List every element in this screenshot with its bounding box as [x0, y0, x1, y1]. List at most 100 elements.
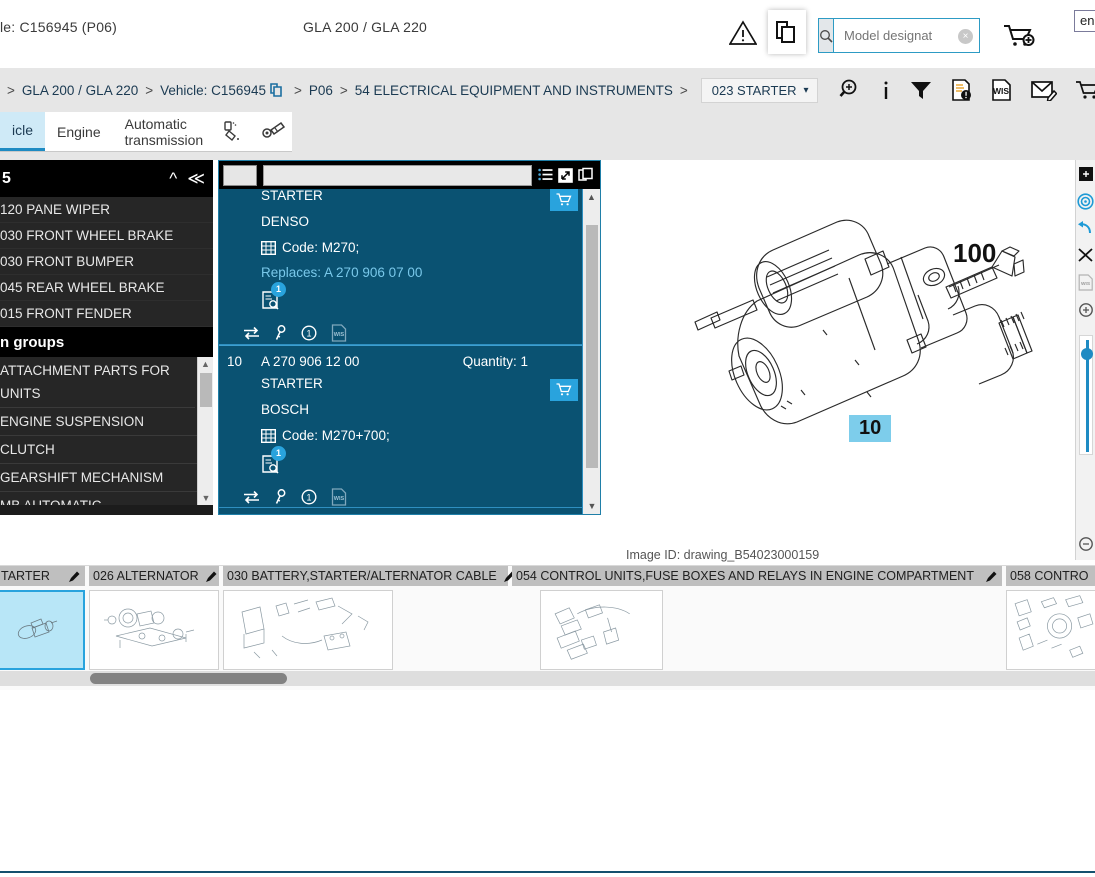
- circled-one-icon[interactable]: 1: [301, 325, 317, 341]
- zoom-slider-knob[interactable]: [1080, 348, 1093, 360]
- thumbnail-caption[interactable]: 030 BATTERY,STARTER/ALTERNATOR CABLE: [223, 566, 515, 586]
- cart-add-icon[interactable]: [1003, 22, 1037, 50]
- document-alert-icon[interactable]: [951, 78, 973, 102]
- filter-funnel-icon[interactable]: [909, 78, 933, 102]
- expand-icon[interactable]: [558, 167, 573, 183]
- sidebar-group-engine-suspension[interactable]: ENGINE SUSPENSION: [0, 408, 213, 436]
- add-to-cart-button[interactable]: [550, 189, 578, 211]
- breadcrumb-item-vehicle[interactable]: Vehicle: C156945: [160, 83, 266, 98]
- close-x-icon[interactable]: [1077, 247, 1094, 263]
- copy-documents-icon[interactable]: [578, 167, 594, 183]
- tab-automatic-transmission[interactable]: Automatic transmission: [112, 112, 216, 151]
- document-search-button[interactable]: 1: [261, 282, 286, 310]
- parts-index-box[interactable]: [223, 164, 257, 186]
- clear-search-icon[interactable]: ×: [958, 29, 973, 44]
- parts-panel: STARTER DENSO Code: M270; Replaces: A 27…: [218, 160, 601, 515]
- info-icon[interactable]: [881, 78, 891, 102]
- sidebar-item-front-wheel-brake[interactable]: 030 FRONT WHEEL BRAKE: [0, 223, 213, 249]
- wis-document-icon[interactable]: WIS: [331, 488, 347, 506]
- sidebar-group-gearshift-mechanism[interactable]: GEARSHIFT MECHANISM: [0, 464, 213, 492]
- breadcrumb-item-group[interactable]: 54 ELECTRICAL EQUIPMENT AND INSTRUMENTS: [355, 83, 673, 98]
- parts-scroll-thumb[interactable]: [586, 225, 598, 468]
- drawing-panel[interactable]: 100 10 Image ID: drawing_B54023000159 WI…: [601, 160, 1095, 565]
- part-row[interactable]: STARTER DENSO Code: M270; Replaces: A 27…: [219, 189, 600, 345]
- parts-scrollbar[interactable]: ▲ ▼: [582, 189, 600, 514]
- sidebar-item-front-bumper[interactable]: 030 FRONT BUMPER: [0, 249, 213, 275]
- add-to-cart-button[interactable]: [550, 379, 578, 401]
- thumbnail-image-battery-cable[interactable]: [223, 590, 393, 670]
- breadcrumb-subgroup-dropdown[interactable]: 023 STARTER ▾: [700, 77, 818, 103]
- warning-triangle-icon[interactable]: [729, 20, 757, 46]
- maximize-dark-icon[interactable]: [1078, 166, 1094, 182]
- tab-vehicle[interactable]: icle: [0, 112, 46, 151]
- paint-spray-icon[interactable]: [215, 112, 255, 151]
- thumbnail-caption[interactable]: 058 CONTRO: [1006, 566, 1095, 586]
- cart-icon[interactable]: [1075, 79, 1095, 101]
- zoom-in-icon[interactable]: [839, 78, 863, 102]
- sidebar-item-pane-wiper[interactable]: 120 PANE WIPER: [0, 197, 213, 223]
- tools-icon[interactable]: [255, 112, 295, 151]
- thumbnail-image-alternator[interactable]: [89, 590, 219, 670]
- edit-icon[interactable]: [205, 570, 218, 583]
- thumbnail-image-control-units[interactable]: [540, 590, 663, 670]
- key-icon[interactable]: [274, 489, 287, 505]
- part-number[interactable]: A 270 906 12 00: [261, 354, 600, 369]
- scroll-down-icon[interactable]: ▼: [198, 491, 213, 505]
- sidebar-group-mb-automatic[interactable]: MB AUTOMATIC: [0, 492, 213, 505]
- sidebar-group-clutch[interactable]: CLUTCH: [0, 436, 213, 464]
- thumbnail-image-starter[interactable]: [0, 590, 85, 670]
- scroll-down-icon[interactable]: ▼: [583, 498, 601, 514]
- circled-one-icon[interactable]: 1: [301, 489, 317, 505]
- search-icon[interactable]: [819, 19, 834, 52]
- sidebar-group-attachment-parts[interactable]: ATTACHMENT PARTS FOR UNITS: [0, 357, 195, 408]
- callout-10[interactable]: 10: [849, 415, 892, 442]
- thumbnail-caption[interactable]: 054 CONTROL UNITS,FUSE BOXES AND RELAYS …: [512, 566, 1002, 586]
- sidebar-item-front-fender[interactable]: 015 FRONT FENDER: [0, 301, 213, 327]
- thumbnail-horizontal-scrollbar[interactable]: [0, 671, 1095, 686]
- chevron-up-icon[interactable]: ^: [169, 169, 177, 189]
- zoom-slider[interactable]: [1078, 335, 1093, 455]
- tab-label: Automatic transmission: [124, 115, 204, 148]
- svg-text:1: 1: [306, 329, 311, 339]
- swap-arrows-icon[interactable]: [243, 326, 260, 340]
- parts-filter-field[interactable]: [263, 164, 532, 186]
- chevrons-left-icon[interactable]: ≪: [187, 169, 205, 189]
- sidebar-scroll-thumb[interactable]: [200, 373, 212, 407]
- language-selector[interactable]: en ▾: [1074, 10, 1095, 32]
- target-circle-icon[interactable]: [1077, 193, 1094, 210]
- breadcrumb-separator: >: [145, 82, 154, 98]
- thumbnail-image-control-058[interactable]: [1006, 590, 1095, 670]
- sidebar-header-actions: ^ ≪: [169, 169, 205, 189]
- part-code: Code: M270;: [261, 237, 600, 258]
- callout-100: 100: [953, 238, 997, 268]
- breadcrumb-item-p06[interactable]: P06: [309, 83, 333, 98]
- zoom-minus-icon[interactable]: [1078, 536, 1094, 552]
- document-search-button[interactable]: 1: [261, 446, 286, 474]
- scroll-up-icon[interactable]: ▲: [198, 357, 213, 371]
- tab-engine[interactable]: Engine: [45, 112, 113, 151]
- breadcrumb-lead-separator: >: [7, 82, 15, 98]
- part-row[interactable]: 10 A 270 906 12 00 Quantity: 1 STARTER B…: [219, 345, 600, 508]
- edit-icon[interactable]: [68, 570, 81, 583]
- thumbnail-caption[interactable]: 026 ALTERNATOR: [89, 566, 219, 586]
- thumbnail-scroll-thumb[interactable]: [90, 673, 287, 684]
- sidebar-scrollbar[interactable]: ▲ ▼: [197, 357, 213, 505]
- list-view-icon[interactable]: [538, 168, 553, 182]
- wis-document-icon[interactable]: WIS: [1078, 274, 1093, 291]
- model-designation-search[interactable]: ×: [818, 18, 1042, 53]
- breadcrumb-item-model[interactable]: GLA 200 / GLA 220: [22, 83, 138, 98]
- undo-arrow-icon[interactable]: [1077, 221, 1094, 236]
- scroll-up-icon[interactable]: ▲: [583, 189, 600, 205]
- key-icon[interactable]: [274, 325, 287, 341]
- copy-documents-icon[interactable]: [266, 82, 287, 98]
- part-replaces[interactable]: Replaces: A 270 906 07 00: [261, 262, 600, 284]
- sidebar-item-rear-wheel-brake[interactable]: 045 REAR WHEEL BRAKE: [0, 275, 213, 301]
- wis-document-icon[interactable]: WIS: [331, 324, 347, 342]
- edit-icon[interactable]: [985, 570, 998, 583]
- mail-edit-icon[interactable]: [1031, 79, 1057, 101]
- wis-document-icon[interactable]: WIS: [991, 78, 1013, 102]
- copy-documents-button[interactable]: [768, 10, 806, 54]
- thumbnail-caption[interactable]: TARTER: [0, 566, 85, 586]
- swap-arrows-icon[interactable]: [243, 490, 260, 504]
- zoom-plus-icon[interactable]: [1078, 302, 1094, 318]
